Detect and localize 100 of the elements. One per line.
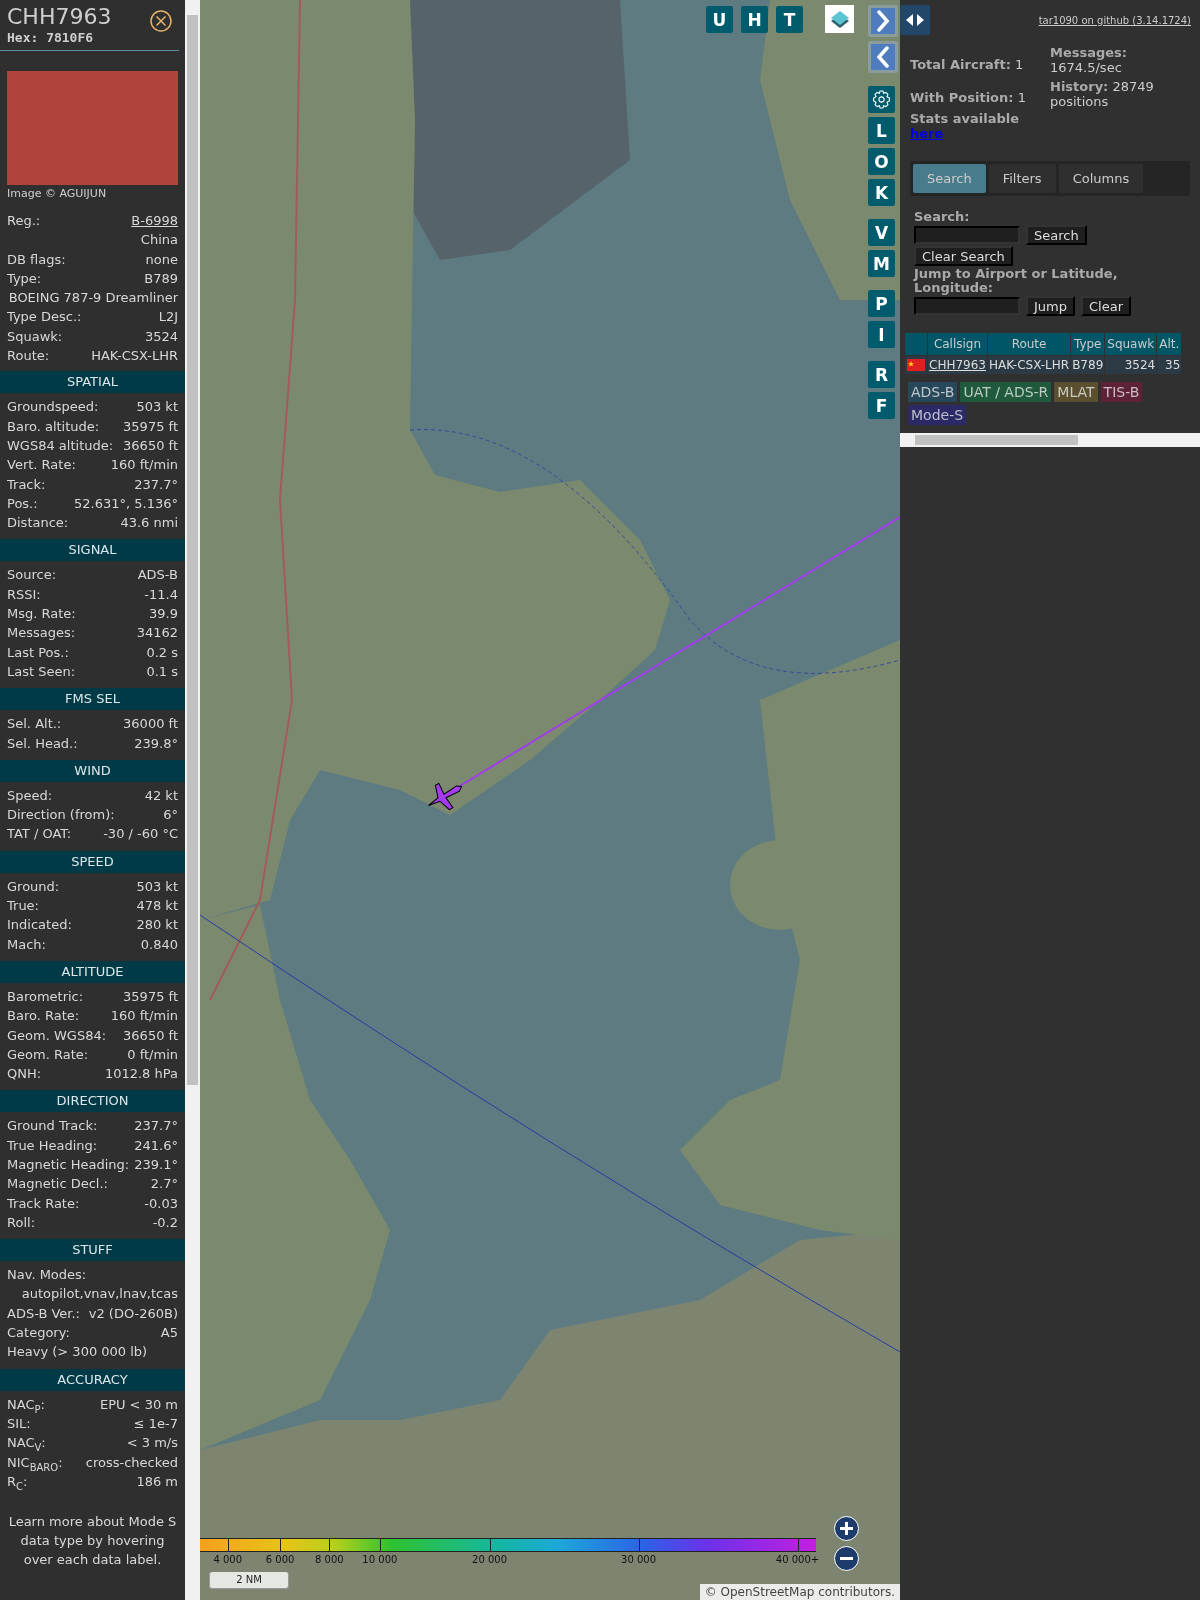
- column-header[interactable]: Route: [987, 333, 1071, 355]
- settings-button[interactable]: [868, 86, 895, 113]
- map-toggle-button[interactable]: U: [706, 6, 733, 33]
- field-label: Category:: [7, 1324, 70, 1343]
- field-label: Geom. WGS84:: [7, 1026, 107, 1045]
- jump-label: Jump to Airport or Latitude, Longitude:: [914, 267, 1119, 295]
- section-header: STUFF: [0, 1239, 185, 1262]
- callsign-title: CHH7963: [7, 4, 112, 30]
- field-value: < 3 m/s: [126, 1434, 178, 1453]
- field-value: -0.03: [144, 1194, 178, 1213]
- scale-bar: 2 NM: [209, 1572, 289, 1589]
- altitude-label: 8 000: [315, 1554, 344, 1565]
- field-label: Magnetic Decl.:: [7, 1175, 108, 1194]
- attribution-link[interactable]: OpenStreetMap: [720, 1585, 815, 1599]
- field-label: NAC$_{V}$:: [7, 1434, 46, 1453]
- section-header: SIGNAL: [0, 539, 185, 562]
- field-label: RSSI:: [7, 585, 41, 604]
- field-label: DB flags:: [7, 250, 66, 269]
- layers-button[interactable]: [825, 5, 854, 33]
- map-toggle-button[interactable]: H: [741, 6, 768, 33]
- column-header[interactable]: Squawk: [1105, 333, 1157, 355]
- column-header[interactable]: Callsign: [928, 333, 987, 355]
- field-label: Sel. Alt.:: [7, 715, 62, 734]
- altitude-label: 40 000+: [775, 1554, 820, 1565]
- field-value: 36650 ft: [123, 436, 178, 455]
- altitude-label: 6 000: [265, 1554, 295, 1565]
- section-header: SPEED: [0, 850, 185, 873]
- column-header[interactable]: Alt.: [1157, 333, 1182, 355]
- version-link[interactable]: tar1090 on github (3.14.1724): [1038, 0, 1191, 27]
- field-label: Barometric:: [7, 987, 84, 1006]
- column-header[interactable]: Type: [1071, 333, 1105, 355]
- section-header: FMS SEL: [0, 688, 185, 711]
- field-value: 0.2 s: [146, 643, 178, 662]
- field-value: China: [140, 231, 178, 250]
- search-button[interactable]: Search: [1026, 225, 1087, 245]
- field-label: Route:: [7, 347, 50, 366]
- field-value: -0.2: [152, 1213, 178, 1232]
- tab[interactable]: Columns: [1058, 164, 1144, 193]
- field-value: 34162: [136, 624, 178, 643]
- field-value: 239.8°: [134, 734, 178, 753]
- map-toggle-button[interactable]: T: [776, 6, 803, 33]
- plus-icon: [839, 1521, 854, 1536]
- field-label: ADS-B Ver.:: [7, 1304, 80, 1323]
- flag-icon: [907, 359, 925, 371]
- search-label: Search:: [914, 210, 971, 224]
- field-label: Geom. Rate:: [7, 1045, 89, 1064]
- field-value: 237.7°: [134, 1117, 178, 1136]
- field-value: 2.7°: [150, 1175, 178, 1194]
- map-toggle-button[interactable]: K: [868, 179, 895, 206]
- settings-icon: [872, 90, 891, 109]
- section-header: ALTITUDE: [0, 960, 185, 983]
- next-button[interactable]: [868, 5, 898, 37]
- panel-toggle-button[interactable]: [900, 5, 930, 35]
- field-value: 3524: [144, 327, 178, 346]
- field-value: BOEING 787-9 Dreamliner: [8, 289, 178, 308]
- field-value: 503 kt: [136, 877, 178, 896]
- field-label: Magnetic Heading:: [7, 1156, 130, 1174]
- map-toggle-button[interactable]: L: [868, 117, 895, 144]
- field-value: 186 m: [136, 1472, 178, 1491]
- previous-button[interactable]: [868, 41, 898, 73]
- registration-link[interactable]: B-6998: [131, 211, 178, 231]
- map-attribution: © OpenStreetMap contributors.: [699, 1584, 900, 1600]
- section-header: DIRECTION: [0, 1090, 185, 1113]
- map-toggle-button[interactable]: F: [868, 392, 895, 419]
- map-toggle-button[interactable]: R: [868, 361, 895, 388]
- section-header: ACCURACY: [0, 1368, 185, 1391]
- field-label: WGS84 altitude:: [7, 436, 114, 455]
- callsign-link[interactable]: CHH7963: [929, 358, 986, 372]
- altitude-label: 4 000: [213, 1554, 243, 1565]
- field-label: Baro. altitude:: [7, 417, 100, 436]
- field-value: -30 / -60 °C: [103, 825, 178, 844]
- clear-search-button[interactable]: Clear Search: [914, 246, 1013, 266]
- hex-code: Hex: 7810F6: [7, 30, 95, 46]
- field-label: Source:: [7, 566, 57, 585]
- table-cell: HAK-CSX-LHR: [987, 356, 1071, 374]
- chevron-right-icon: [877, 10, 889, 32]
- field-label: NAC$_{P}$:: [7, 1395, 45, 1414]
- field-label: SIL:: [7, 1414, 31, 1433]
- map-toggle-button[interactable]: P: [868, 290, 895, 317]
- map-toggle-button[interactable]: V: [868, 219, 895, 246]
- field-value: 280 kt: [136, 916, 178, 935]
- jump-button[interactable]: Jump: [1026, 296, 1075, 316]
- map-toggle-button[interactable]: M: [868, 250, 895, 277]
- field-label: NIC$_{BARO}$:: [7, 1453, 63, 1472]
- jump-field[interactable]: [914, 297, 1020, 315]
- clear-button[interactable]: Clear: [1081, 296, 1131, 316]
- field-value: 237.7°: [134, 475, 178, 494]
- horizontal-scrollbar[interactable]: [900, 433, 1200, 447]
- close-icon[interactable]: [150, 10, 172, 32]
- map-toggle-button[interactable]: O: [868, 148, 895, 175]
- table-header-cell[interactable]: [905, 333, 927, 355]
- tab[interactable]: Filters: [988, 164, 1056, 193]
- source-tag: MLAT: [1054, 382, 1098, 402]
- map-toggle-button[interactable]: I: [868, 321, 895, 348]
- search-field[interactable]: [914, 226, 1020, 244]
- field-value: 36000 ft: [123, 715, 178, 734]
- chevron-left-icon: [877, 46, 889, 68]
- table-cell: 35: [1157, 356, 1182, 374]
- vertical-scrollbar[interactable]: [185, 0, 200, 1600]
- table-cell: 3524: [1105, 356, 1157, 374]
